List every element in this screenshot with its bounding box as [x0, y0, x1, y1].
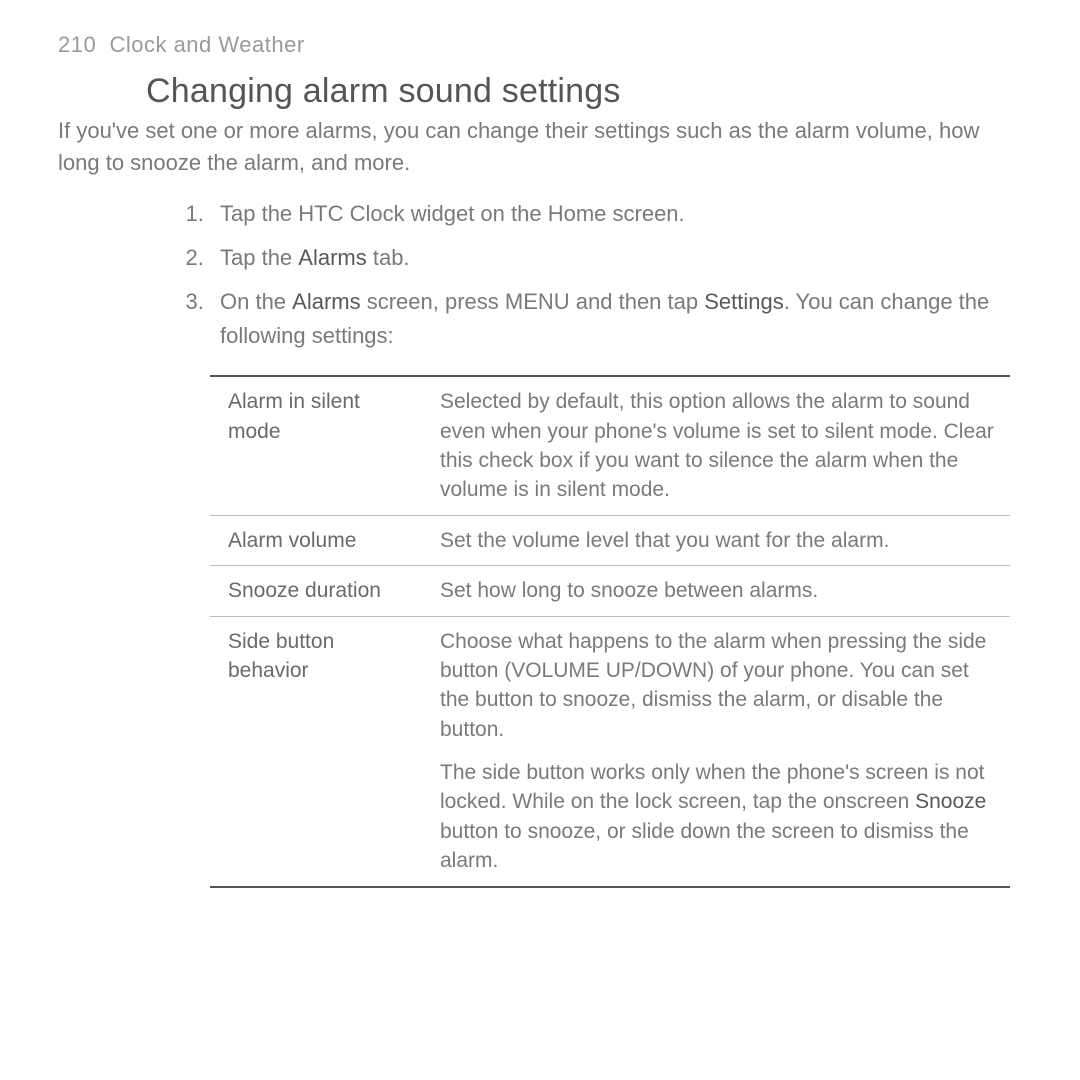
step-3-bold-1: Alarms [292, 289, 360, 314]
setting-label: Side button behavior [210, 616, 422, 754]
steps-list: Tap the HTC Clock widget on the Home scr… [58, 197, 1022, 353]
document-page: 210 Clock and Weather Changing alarm sou… [0, 0, 1080, 888]
setting-label: Alarm volume [210, 515, 422, 565]
setting-desc: Selected by default, this option allows … [422, 376, 1010, 515]
settings-table: Alarm in silent mode Selected by default… [210, 375, 1010, 887]
setting-desc-extra: The side button works only when the phon… [422, 754, 1010, 887]
extra-text-a: The side button works only when the phon… [440, 761, 985, 813]
table-row: The side button works only when the phon… [210, 754, 1010, 887]
step-3-text-c: screen, press MENU and then tap [361, 289, 705, 314]
setting-label: Alarm in silent mode [210, 376, 422, 515]
page-number: 210 [58, 32, 96, 57]
extra-text-bold: Snooze [915, 790, 986, 813]
running-header: 210 Clock and Weather [58, 32, 1022, 58]
table-row: Side button behavior Choose what happens… [210, 616, 1010, 754]
step-2: Tap the Alarms tab. [210, 241, 1022, 275]
setting-label: Snooze duration [210, 566, 422, 616]
setting-desc: Choose what happens to the alarm when pr… [422, 616, 1010, 754]
table-row: Snooze duration Set how long to snooze b… [210, 566, 1010, 616]
table-row: Alarm in silent mode Selected by default… [210, 376, 1010, 515]
step-1: Tap the HTC Clock widget on the Home scr… [210, 197, 1022, 231]
step-2-text-c: tab. [367, 245, 410, 270]
table-row: Alarm volume Set the volume level that y… [210, 515, 1010, 565]
step-3-text-a: On the [220, 289, 292, 314]
step-3-bold-2: Settings [704, 289, 784, 314]
step-2-bold: Alarms [298, 245, 366, 270]
setting-label-empty [210, 754, 422, 887]
section-title: Changing alarm sound settings [146, 72, 1022, 111]
setting-desc: Set the volume level that you want for t… [422, 515, 1010, 565]
step-3: On the Alarms screen, press MENU and the… [210, 285, 1022, 353]
setting-desc: Set how long to snooze between alarms. [422, 566, 1010, 616]
chapter-title: Clock and Weather [109, 32, 304, 57]
extra-text-c: button to snooze, or slide down the scre… [440, 820, 969, 872]
intro-paragraph: If you've set one or more alarms, you ca… [58, 115, 1022, 179]
step-2-text-a: Tap the [220, 245, 298, 270]
step-1-text: Tap the HTC Clock widget on the Home scr… [220, 201, 685, 226]
